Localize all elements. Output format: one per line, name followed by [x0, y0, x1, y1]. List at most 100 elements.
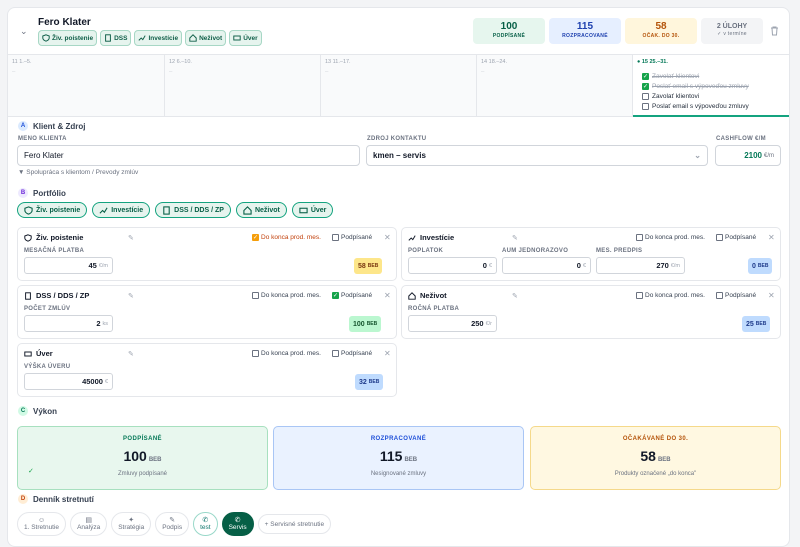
chip-ziv-poistenie: Živ. poistenie — [38, 30, 98, 46]
signed-option[interactable]: ✓ Podpísané — [332, 292, 372, 299]
close-icon[interactable]: ✕ — [384, 291, 391, 300]
signed-option[interactable]: Podpísané — [332, 350, 372, 357]
task-item[interactable]: Poslať email s výpoveďou zmluvy — [642, 101, 749, 111]
edit-icon[interactable]: ✎ — [128, 292, 134, 300]
close-icon[interactable]: ✕ — [384, 233, 391, 242]
task-checkbox[interactable] — [642, 102, 649, 110]
product-title: Úver — [36, 349, 53, 358]
fee-input[interactable]: 0 € — [408, 257, 497, 274]
tab-1-stretnutie[interactable]: ☺ 1. Stretnutie — [17, 512, 67, 536]
week-13[interactable]: 13 11.–17. – — [321, 55, 477, 117]
chip-nezivot: Neživot — [185, 30, 227, 46]
edit-icon[interactable]: ✎ — [128, 234, 134, 242]
phone-icon: ✆ — [202, 517, 209, 524]
monthly-payment-input[interactable]: 45 €/m — [24, 257, 113, 274]
tab-strategia[interactable]: ✦ Stratégia — [111, 512, 152, 536]
contracts-count-input[interactable]: 2 ks — [24, 315, 113, 332]
cashflow-input[interactable]: 2100 €/m — [715, 145, 781, 166]
beb-badge: 25 BEB — [742, 316, 771, 332]
edit-icon[interactable]: ✎ — [512, 292, 518, 300]
checkbox[interactable] — [716, 234, 723, 241]
task-item[interactable]: Zavolať klientovi — [642, 91, 749, 101]
cooperation-link[interactable]: ▼ Spolupráca s klientom / Prevody zmlúv — [18, 169, 138, 176]
people-icon: ☺ — [37, 517, 46, 524]
close-icon[interactable]: ✕ — [768, 291, 775, 300]
edit-icon[interactable]: ✎ — [512, 234, 518, 242]
end-of-month-option[interactable]: ✓ Do konca prod. mes. — [252, 234, 321, 241]
aum-input[interactable]: 0 € — [502, 257, 591, 274]
product-card-investicie: Investície ✎ Do konca prod. mes. Podpísa… — [401, 227, 781, 281]
source-select[interactable]: kmen – servis ⌄ — [366, 145, 708, 166]
task-item[interactable]: ✓ Poslať email s výpoveďou zmluvy — [642, 81, 749, 91]
end-of-month-option[interactable]: Do konca prod. mes. — [636, 234, 705, 241]
client-header[interactable]: ⌄ Fero Klater Živ. poistenie DSS Investí… — [8, 8, 789, 55]
week-15[interactable]: ● 15 25.–31. ✓ Zavolať klientovi ✓ Posla… — [633, 55, 789, 117]
checkbox[interactable] — [252, 292, 259, 299]
task-item[interactable]: ✓ Zavolať klientovi — [642, 71, 749, 81]
section-title: Portfólio — [33, 188, 66, 198]
kpi-ocakavane: 58 OČAK. DO 30. — [625, 18, 697, 44]
task-checkbox[interactable] — [642, 92, 649, 100]
tab-test[interactable]: ✆ test — [193, 512, 218, 536]
close-icon[interactable]: ✕ — [768, 233, 775, 242]
checkbox[interactable]: ✓ — [252, 234, 259, 241]
signed-option[interactable]: Podpísané — [716, 292, 756, 299]
add-service-meeting-button[interactable]: + Servisné stretnutie — [257, 514, 332, 534]
tab-analyza[interactable]: ▤ Analýza — [70, 512, 108, 536]
tab-podpis[interactable]: ✎ Podpis — [155, 512, 190, 536]
home-icon — [189, 34, 197, 42]
edit-icon[interactable]: ✎ — [128, 350, 134, 358]
product-chips: Živ. poistenie DSS Investície Neživot Úv… — [38, 30, 262, 46]
portfolio-chip-ziv[interactable]: Živ. poistenie — [17, 202, 88, 218]
trash-icon[interactable] — [770, 26, 779, 38]
vykon-podpisane: PODPÍSANÉ 100 BEB Zmluvy podpísané ✓ — [17, 426, 268, 490]
shield-icon — [24, 233, 32, 242]
close-icon[interactable]: ✕ — [384, 349, 391, 358]
checkbox[interactable] — [332, 234, 339, 241]
annual-payment-input[interactable]: 250 €/r — [408, 315, 497, 332]
beb-badge: 58 BEB — [354, 258, 383, 274]
card-icon — [299, 207, 308, 213]
kpi-ulohy: 2 ÚLOHY ✓ v termíne — [701, 18, 763, 44]
client-name-label: MENO KLIENTA — [18, 136, 67, 142]
week-timeline: 11 1.–5. – 12 6.–10. – 13 11.–17. – 14 1… — [8, 55, 789, 117]
week-11[interactable]: 11 1.–5. – — [8, 55, 165, 117]
spark-icon: ✦ — [128, 517, 135, 524]
signed-option[interactable]: Podpísané — [332, 234, 372, 241]
task-checkbox[interactable]: ✓ — [642, 82, 649, 90]
product-card-uver: Úver ✎ Do konca prod. mes. Podpísané ✕ V… — [17, 343, 397, 397]
chevron-down-icon[interactable]: ⌄ — [20, 26, 28, 37]
checkbox[interactable] — [252, 350, 259, 357]
portfolio-chip-nezivot[interactable]: Neživot — [235, 202, 287, 218]
checkbox[interactable] — [636, 234, 643, 241]
tab-servis[interactable]: ✆ Servis — [221, 512, 254, 536]
checkbox[interactable] — [332, 350, 339, 357]
checkbox[interactable] — [636, 292, 643, 299]
portfolio-chip-investicie[interactable]: Investície — [92, 202, 151, 218]
checkbox[interactable]: ✓ — [332, 292, 339, 299]
beb-badge: 100 BEB — [349, 316, 382, 332]
phone-icon: ✆ — [234, 517, 241, 524]
portfolio-chip-dss[interactable]: DSS / DDS / ZP — [155, 202, 231, 218]
week-14[interactable]: 14 18.–24. – — [477, 55, 633, 117]
week-12[interactable]: 12 6.–10. – — [165, 55, 321, 117]
end-of-month-option[interactable]: Do konca prod. mes. — [252, 350, 321, 357]
card-icon — [233, 35, 241, 41]
task-list: ✓ Zavolať klientovi ✓ Poslať email s výp… — [642, 71, 749, 111]
end-of-month-option[interactable]: Do konca prod. mes. — [252, 292, 321, 299]
checkbox[interactable] — [716, 292, 723, 299]
chip-uver: Úver — [229, 30, 262, 46]
kpi-podpisane: 100 PODPÍSANÉ — [473, 18, 545, 44]
product-title: Živ. poistenie — [36, 233, 84, 242]
loan-amount-input[interactable]: 45000 € — [24, 373, 113, 390]
chevron-down-icon: ⌄ — [694, 151, 701, 160]
section-vykon: C Výkon — [18, 406, 57, 416]
chart-icon — [99, 207, 108, 214]
task-checkbox[interactable]: ✓ — [642, 72, 649, 80]
monthly-plan-input[interactable]: 270 €/m — [596, 257, 685, 274]
end-of-month-option[interactable]: Do konca prod. mes. — [636, 292, 705, 299]
product-card-ziv: Živ. poistenie ✎ ✓ Do konca prod. mes. P… — [17, 227, 397, 281]
portfolio-chip-uver[interactable]: Úver — [291, 202, 334, 218]
client-name-input[interactable]: Fero Klater — [17, 145, 360, 166]
signed-option[interactable]: Podpísané — [716, 234, 756, 241]
